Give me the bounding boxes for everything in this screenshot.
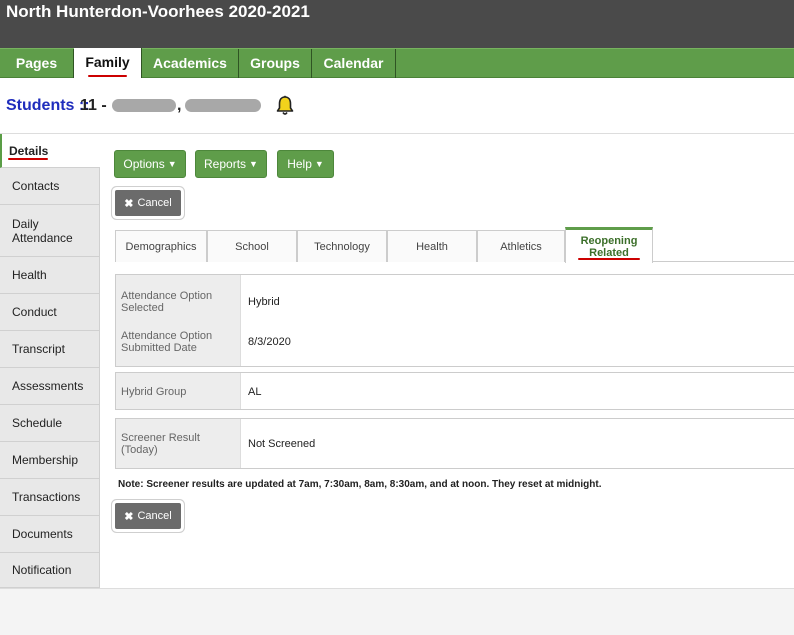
sidebar-item-label: Daily Attendance <box>12 216 73 245</box>
sidebar-item-documents[interactable]: Documents <box>0 516 100 553</box>
attendance-option-section: Attendance Option Selected Hybrid Attend… <box>115 274 794 367</box>
school-title: North Hunterdon-Voorhees 2020-2021 <box>6 2 310 21</box>
nav-tab-pages[interactable]: Pages <box>0 49 74 79</box>
sidebar-item-label: Details <box>9 143 49 158</box>
caret-down-icon: ▼ <box>314 159 324 169</box>
sidebar-item-label: Contacts <box>12 179 60 193</box>
sidebar-item-membership[interactable]: Membership <box>0 442 100 479</box>
nav-tab-family-label: Family <box>85 54 130 70</box>
help-button[interactable]: Help ▼ <box>277 150 334 178</box>
tab-technology[interactable]: Technology <box>297 230 387 262</box>
student-grade: 11 - <box>80 97 107 114</box>
sidebar-item-label: Membership <box>12 453 79 467</box>
attendance-date-label: Attendance Option Submitted Date <box>121 330 213 354</box>
options-label: Options <box>123 157 165 171</box>
caret-down-icon: ▼ <box>249 159 258 169</box>
close-icon: ✖ <box>124 197 134 210</box>
sidebar-item-label: Assessments <box>12 379 84 393</box>
sidebar-item-daily-attendance[interactable]: Daily Attendance <box>0 205 100 257</box>
sidebar-item-details[interactable]: Details <box>0 134 100 168</box>
help-label: Help <box>287 157 312 171</box>
sidebar-item-label: Transcript <box>12 342 65 356</box>
tab-demographics[interactable]: Demographics <box>115 230 207 262</box>
sidebar-item-label: Schedule <box>12 416 63 430</box>
options-button[interactable]: Options ▼ <box>114 150 186 178</box>
hybrid-group-value: AL <box>248 386 262 398</box>
nav-tab-academics[interactable]: Academics <box>142 49 239 79</box>
bell-icon[interactable] <box>275 95 295 117</box>
tab-school[interactable]: School <box>207 230 297 262</box>
redacted-last-name <box>112 99 176 112</box>
annotation-underline <box>578 258 640 260</box>
cancel-label: Cancel <box>137 197 172 209</box>
sidebar-item-assessments[interactable]: Assessments <box>0 368 100 405</box>
nav-tab-groups[interactable]: Groups <box>239 49 312 79</box>
tab-reopening-related[interactable]: Reopening Related <box>565 227 653 263</box>
student-heading: Students :: 11 - , <box>0 78 794 134</box>
reports-label: Reports <box>204 157 247 171</box>
screener-section: Screener Result (Today) Not Screened <box>115 418 794 469</box>
students-link[interactable]: Students :: <box>6 97 90 115</box>
screener-note: Note: Screener results are updated at 7a… <box>118 479 602 490</box>
cancel-button-top[interactable]: ✖ Cancel <box>115 190 181 216</box>
sidebar-item-contacts[interactable]: Contacts <box>0 168 100 205</box>
attendance-option-label: Attendance Option Selected <box>121 290 213 314</box>
sidebar-item-label: Documents <box>12 527 73 541</box>
tab-health[interactable]: Health <box>387 230 477 262</box>
hybrid-group-section: Hybrid Group AL <box>115 372 794 410</box>
annotation-underline <box>88 75 127 77</box>
attendance-date-value: 8/3/2020 <box>248 336 291 348</box>
caret-down-icon: ▼ <box>167 159 177 169</box>
attendance-option-value: Hybrid <box>248 296 280 308</box>
tab-athletics[interactable]: Athletics <box>477 230 565 262</box>
sidebar-item-label: Notification <box>12 563 72 577</box>
sidebar-item-notification[interactable]: Notification <box>0 553 100 588</box>
nav-tab-family[interactable]: Family <box>74 48 142 80</box>
sidebar-item-label: Health <box>12 268 47 282</box>
cancel-label: Cancel <box>137 510 172 522</box>
annotation-underline <box>8 158 48 160</box>
tab-reopening-related-label: Reopening Related <box>580 234 638 259</box>
screener-result-value: Not Screened <box>248 438 316 450</box>
redacted-first-name <box>185 99 261 112</box>
screener-result-label: Screener Result (Today) <box>121 432 200 456</box>
sidebar-item-transcript[interactable]: Transcript <box>0 331 100 368</box>
app: North Hunterdon-Voorhees 2020-2021 Pages… <box>0 0 794 635</box>
sidebar-item-label: Conduct <box>12 305 57 319</box>
name-separator: , <box>177 97 182 114</box>
main-panel: Options ▼ Reports ▼ Help ▼ ✖ Cancel Demograp… <box>100 134 794 588</box>
sidebar-item-health[interactable]: Health <box>0 257 100 294</box>
cancel-button-bottom[interactable]: ✖ Cancel <box>115 503 181 529</box>
sidebar-item-schedule[interactable]: Schedule <box>0 405 100 442</box>
nav-tab-calendar[interactable]: Calendar <box>312 49 396 79</box>
close-icon: ✖ <box>124 510 134 523</box>
sidebar-item-label: Transactions <box>12 490 81 504</box>
main-nav: Pages Family Academics Groups Calendar <box>0 48 794 80</box>
page-footer <box>0 588 794 635</box>
sidebar-item-conduct[interactable]: Conduct <box>0 294 100 331</box>
reports-button[interactable]: Reports ▼ <box>195 150 267 178</box>
detail-tabs: Demographics School Technology Health At… <box>115 227 794 263</box>
top-header: North Hunterdon-Voorhees 2020-2021 <box>0 0 794 50</box>
hybrid-group-label: Hybrid Group <box>121 386 187 398</box>
sidebar-item-transactions[interactable]: Transactions <box>0 479 100 516</box>
